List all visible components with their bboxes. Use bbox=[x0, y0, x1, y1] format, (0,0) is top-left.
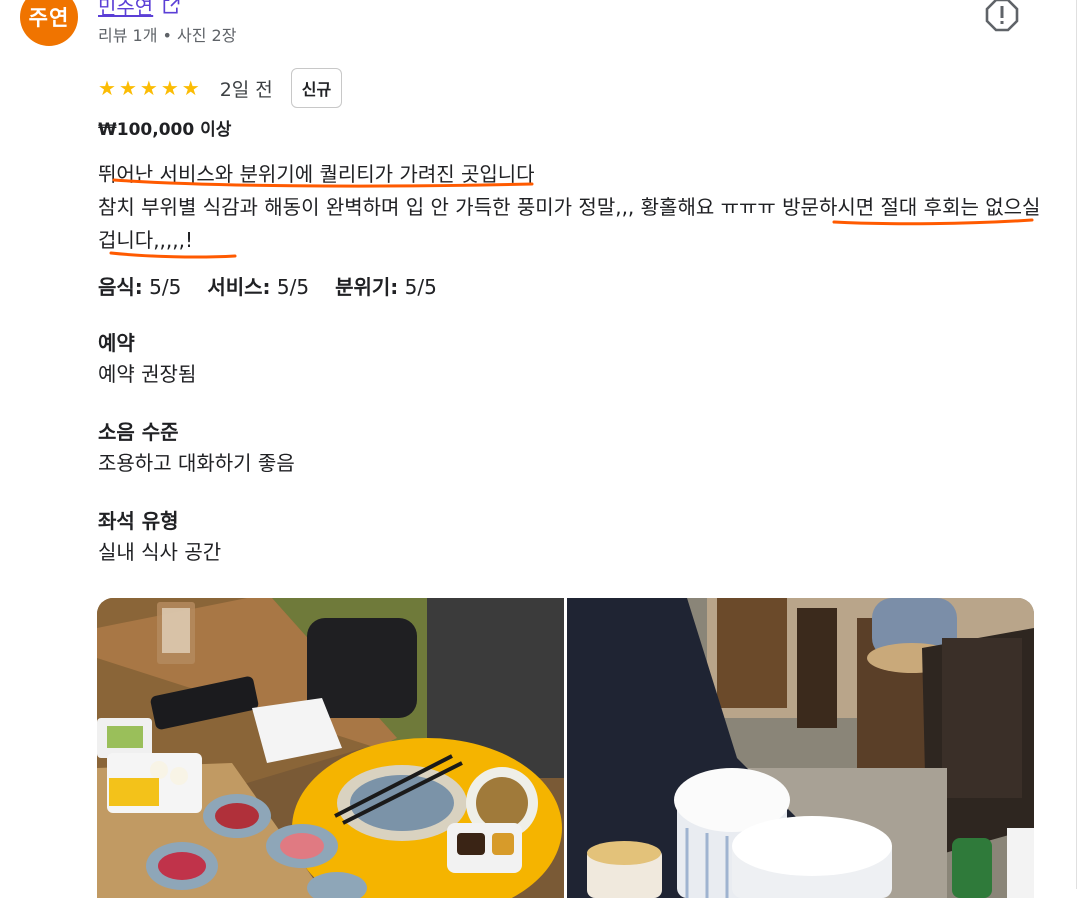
star-icon: ★ bbox=[160, 76, 179, 100]
score-value: 5/5 bbox=[149, 275, 182, 299]
score-value: 5/5 bbox=[404, 275, 437, 299]
scrollbar-edge bbox=[1076, 0, 1077, 889]
rating-row: ★ ★ ★ ★ ★ 2일 전 신규 bbox=[98, 68, 343, 108]
detail-value: 예약 권장됨 bbox=[98, 362, 197, 386]
author-name-link[interactable]: 민주연 bbox=[98, 0, 153, 20]
score-label: 음식: bbox=[98, 275, 143, 299]
review-line: 뛰어난 서비스와 분위기에 퀄리티가 가려진 곳입니다 bbox=[98, 162, 535, 186]
score-service: 서비스: 5/5 bbox=[207, 271, 309, 300]
star-icon: ★ bbox=[181, 76, 200, 100]
avatar[interactable]: 주연 bbox=[20, 0, 78, 46]
review-photo-drinks[interactable] bbox=[567, 598, 1034, 898]
author-header: 민주연 bbox=[98, 0, 181, 20]
detail-value: 조용하고 대화하기 좋음 bbox=[98, 451, 295, 475]
score-label: 분위기: bbox=[335, 275, 399, 299]
review-photo-food[interactable] bbox=[97, 598, 564, 898]
price-range: ₩100,000 이상 bbox=[98, 120, 232, 140]
detail-heading: 소음 수준 bbox=[98, 420, 179, 444]
star-icon: ★ bbox=[118, 76, 137, 100]
detail-reservation: 예약 예약 권장됨 bbox=[98, 328, 196, 390]
detail-value: 실내 식사 공간 bbox=[98, 540, 222, 564]
star-rating: ★ ★ ★ ★ ★ bbox=[98, 78, 200, 98]
star-icon: ★ bbox=[98, 76, 116, 100]
review-line: 참치 부위별 식감과 해동이 완벽하며 입 안 가득한 풍미가 정말,,, 황홀… bbox=[98, 195, 1041, 252]
detail-heading: 예약 bbox=[98, 331, 135, 355]
score-value: 5/5 bbox=[276, 275, 310, 299]
external-link-icon[interactable] bbox=[161, 0, 181, 16]
detail-heading: 좌석 유형 bbox=[98, 509, 179, 533]
score-row: 음식: 5/5 서비스: 5/5 분위기: 5/5 bbox=[98, 271, 437, 300]
score-food: 음식: 5/5 bbox=[98, 271, 181, 300]
review-body: 뛰어난 서비스와 분위기에 퀄리티가 가려진 곳입니다 참치 부위별 식감과 해… bbox=[98, 158, 1048, 257]
review-time: 2일 전 bbox=[219, 78, 273, 101]
score-atmosphere: 분위기: 5/5 bbox=[335, 271, 437, 300]
author-meta: 리뷰 1개 • 사진 2장 bbox=[98, 26, 237, 45]
detail-seating: 좌석 유형 실내 식사 공간 bbox=[98, 506, 221, 568]
new-badge: 신규 bbox=[290, 68, 343, 108]
report-icon[interactable] bbox=[985, 0, 1019, 32]
score-label: 서비스: bbox=[207, 275, 271, 299]
star-icon: ★ bbox=[139, 76, 158, 100]
detail-noise-level: 소음 수준 조용하고 대화하기 좋음 bbox=[98, 417, 295, 479]
